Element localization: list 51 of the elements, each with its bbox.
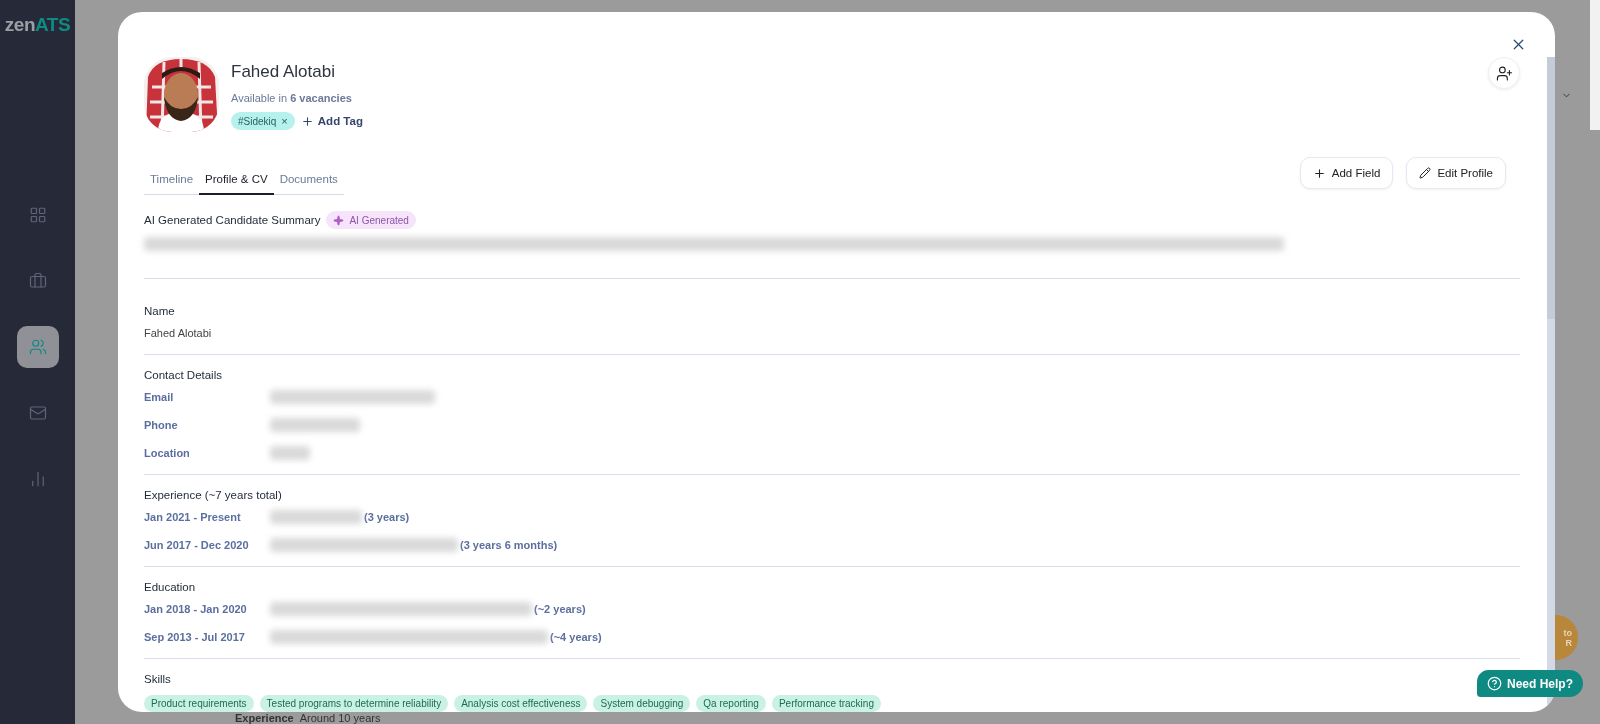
candidate-name: Fahed Alotabi <box>231 61 336 83</box>
field-label: Experience <box>235 712 294 724</box>
duration-text: (3 years 6 months) <box>460 539 558 551</box>
skill-chip: System debugging <box>593 695 691 712</box>
field-label: Location <box>144 447 191 459</box>
skill-chip: Qa reporting <box>696 695 766 712</box>
add-person-button[interactable] <box>1488 57 1520 89</box>
section-title: Experience (~7 years total) <box>144 488 282 503</box>
skill-chip: Product requirements <box>144 695 254 712</box>
field-value: Around 10 years <box>299 712 381 724</box>
plus-icon <box>300 114 314 128</box>
grid-icon <box>28 206 47 224</box>
add-field-button[interactable]: Add Field <box>1299 157 1394 189</box>
duration-text: (~2 years) <box>534 603 586 615</box>
people-icon <box>28 338 47 356</box>
person-plus-icon <box>1495 64 1513 82</box>
help-button[interactable]: Need Help? <box>1477 670 1583 697</box>
duration-text: (3 years) <box>364 511 410 523</box>
field-label: Phone <box>144 419 179 431</box>
help-icon <box>1487 676 1502 691</box>
skill-chip: Tested programs to determine reliability <box>259 695 449 712</box>
tab[interactable]: Profile & CV <box>199 173 274 195</box>
section-title: Name <box>144 304 175 319</box>
edit-profile-button[interactable]: Edit Profile <box>1406 157 1506 189</box>
skill-chip: Analysis cost effectiveness <box>454 695 588 712</box>
duration-text: (~4 years) <box>550 631 602 643</box>
mail-icon <box>28 404 47 422</box>
period-label: Jan 2021 - Present <box>144 511 242 523</box>
briefcase-icon <box>28 272 47 290</box>
plus-icon <box>1312 166 1326 180</box>
section-title: Contact Details <box>144 368 222 383</box>
people-nav-button[interactable] <box>16 326 59 368</box>
section-title: Education <box>144 580 196 595</box>
pencil-icon <box>1419 167 1432 179</box>
sparkle-icon <box>333 214 345 226</box>
skill-chip: Performance tracking <box>771 695 881 712</box>
field-label: Email <box>144 391 175 403</box>
availability-text: Available in 6 vacancies <box>231 91 353 105</box>
tag-label: #Sidekiq <box>238 115 277 127</box>
tab[interactable]: Timeline <box>144 173 200 195</box>
section-title: Skills <box>144 672 171 687</box>
summary-title: AI Generated Candidate Summary <box>144 213 321 228</box>
tab[interactable]: Documents <box>273 173 344 195</box>
period-label: Sep 2013 - Jul 2017 <box>144 631 246 643</box>
logo: zenATS <box>4 14 71 36</box>
field-value: Fahed Alotabi <box>144 327 212 339</box>
period-label: Jun 2017 - Dec 2020 <box>144 539 250 551</box>
badge-label: AI Generated <box>349 214 409 226</box>
remove-tag-button[interactable]: × <box>281 115 288 127</box>
add-tag-button[interactable]: Add Tag <box>300 114 363 128</box>
period-label: Jan 2018 - Jan 2020 <box>144 603 248 615</box>
